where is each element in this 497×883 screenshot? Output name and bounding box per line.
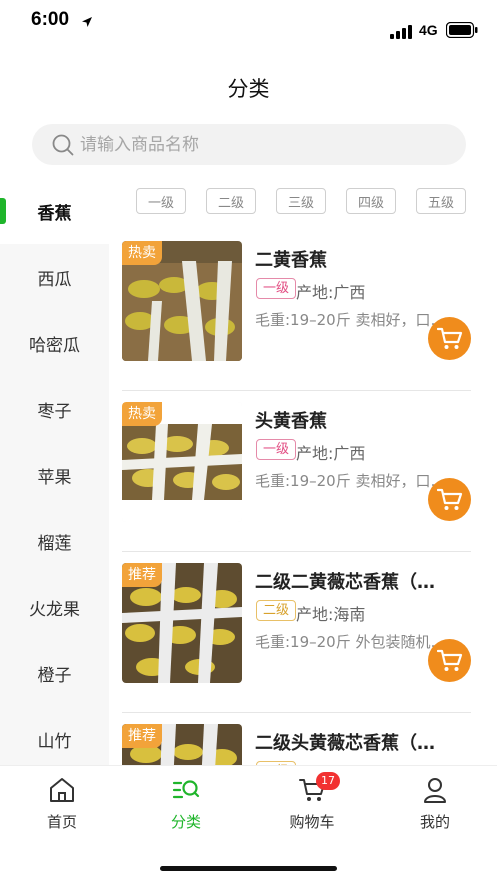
product-card[interactable]: 推荐 二级二黄薇芯香蕉（… 二级 产地:海南 毛重:19–20斤 外包装随机… xyxy=(122,552,471,713)
search-input[interactable] xyxy=(80,124,450,165)
add-to-cart-button[interactable] xyxy=(428,317,471,360)
tab-label: 分类 xyxy=(170,813,201,831)
product-image: 热卖 xyxy=(122,241,242,361)
product-list: 热卖 二黄香蕉 一级 产地:广西 毛重:19–20斤 卖相好，口… 热卖 头黄香… xyxy=(122,230,471,765)
battery-icon xyxy=(445,21,478,42)
category-sidebar: 香蕉 西瓜 哈密瓜 枣子 苹果 榴莲 火龙果 橙子 山竹 xyxy=(0,178,109,765)
tab-category[interactable]: 分类 xyxy=(146,776,226,836)
product-image: 推荐 xyxy=(122,563,242,683)
level-filter-tabs: 一级 二级 三级 四级 五级 xyxy=(136,188,476,214)
sidebar-item-hami-melon[interactable]: 哈密瓜 xyxy=(0,310,109,376)
tab-cart[interactable]: 17 购物车 xyxy=(272,772,352,836)
product-image: 推荐 xyxy=(122,724,242,765)
product-badge: 热卖 xyxy=(122,241,162,265)
product-badge: 推荐 xyxy=(122,724,162,748)
product-card[interactable]: 推荐 二级头黄薇芯香蕉（… 二级 xyxy=(122,713,471,765)
home-icon xyxy=(50,778,74,802)
sidebar-item-banana[interactable]: 香蕉 xyxy=(0,178,109,244)
add-to-cart-button[interactable] xyxy=(428,639,471,682)
search-icon xyxy=(52,134,74,160)
level-tab-4[interactable]: 四级 xyxy=(346,188,396,214)
product-badge: 热卖 xyxy=(122,402,162,426)
tab-label: 购物车 xyxy=(289,813,335,831)
sidebar-item-watermelon[interactable]: 西瓜 xyxy=(0,244,109,310)
page-title: 分类 xyxy=(227,77,270,101)
product-image: 热卖 xyxy=(122,402,242,522)
product-origin: 产地:广西 xyxy=(296,444,366,463)
cart-count-badge: 17 xyxy=(316,772,340,790)
product-badge: 推荐 xyxy=(122,563,162,587)
tab-label: 我的 xyxy=(419,813,450,831)
sidebar-item-dragon-fruit[interactable]: 火龙果 xyxy=(0,574,109,640)
sidebar-item-jujube[interactable]: 枣子 xyxy=(0,376,109,442)
cart-icon xyxy=(436,488,462,510)
product-card[interactable]: 热卖 头黄香蕉 一级 产地:广西 毛重:19–20斤 卖相好，口… xyxy=(122,391,471,552)
product-name: 二级头黄薇芯香蕉（… xyxy=(255,733,435,754)
category-search-icon xyxy=(172,780,200,799)
level-tab-5[interactable]: 五级 xyxy=(416,188,466,214)
product-level-tag: 一级 xyxy=(256,439,297,460)
status-time: 6:00 xyxy=(31,9,70,30)
sidebar-item-orange[interactable]: 橙子 xyxy=(0,640,109,706)
tab-home[interactable]: 首页 xyxy=(22,776,102,836)
product-name: 二黄香蕉 xyxy=(255,250,327,271)
product-origin: 产地:广西 xyxy=(296,283,366,302)
home-indicator xyxy=(160,866,337,871)
product-name: 头黄香蕉 xyxy=(255,411,327,432)
sidebar-item-durian[interactable]: 榴莲 xyxy=(0,508,109,574)
level-tab-1[interactable]: 一级 xyxy=(136,188,186,214)
level-tab-2[interactable]: 二级 xyxy=(206,188,256,214)
cart-icon xyxy=(436,649,462,671)
sidebar-item-apple[interactable]: 苹果 xyxy=(0,442,109,508)
search-bar[interactable] xyxy=(32,124,466,165)
product-level-tag: 一级 xyxy=(256,278,297,299)
signal-icon xyxy=(390,24,414,43)
product-card[interactable]: 热卖 二黄香蕉 一级 产地:广西 毛重:19–20斤 卖相好，口… xyxy=(122,230,471,391)
tab-profile[interactable]: 我的 xyxy=(395,776,475,836)
network-type: 4G xyxy=(419,22,438,38)
user-icon xyxy=(424,778,446,803)
product-name: 二级二黄薇芯香蕉（… xyxy=(255,572,435,593)
sidebar-item-mangosteen[interactable]: 山竹 xyxy=(0,706,109,765)
level-tab-3[interactable]: 三级 xyxy=(276,188,326,214)
product-origin: 产地:海南 xyxy=(296,605,366,624)
cart-icon xyxy=(436,327,462,349)
add-to-cart-button[interactable] xyxy=(428,478,471,521)
product-level-tag: 二级 xyxy=(256,600,297,621)
status-bar: 6:00 4G xyxy=(0,0,497,50)
tab-label: 首页 xyxy=(46,813,77,831)
location-arrow-icon xyxy=(81,13,93,32)
